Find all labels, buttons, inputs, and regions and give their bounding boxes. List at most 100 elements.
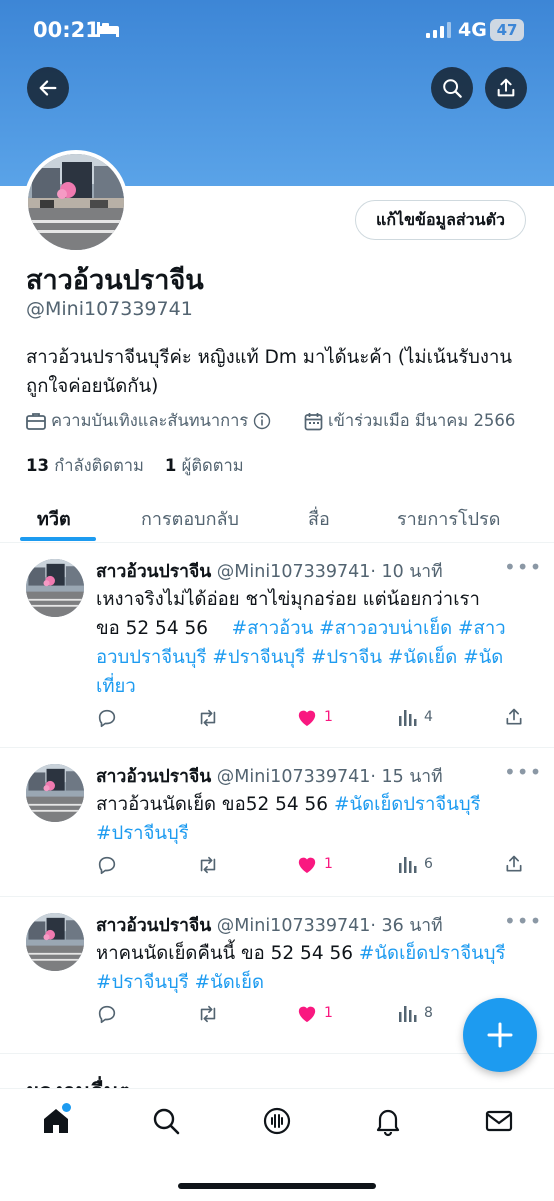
messages-icon xyxy=(485,1110,513,1132)
views-button[interactable]: 8 xyxy=(398,1003,433,1023)
plus-icon xyxy=(487,1022,513,1048)
tweet-author-handle: @Mini107339741 xyxy=(216,767,371,787)
share-button[interactable] xyxy=(485,67,527,109)
tweet-text: หาคนนัดเย็ดคืนนี้ ขอ 52 54 56 #นัดเย็ดปร… xyxy=(96,939,536,997)
tweet-avatar[interactable] xyxy=(26,559,84,617)
tweet-avatar[interactable] xyxy=(26,764,84,822)
tweet-author-name[interactable]: สาวอ้วนปราจีน xyxy=(96,916,211,936)
tweet-time: · 15 นาที xyxy=(370,767,443,787)
like-button[interactable]: 1 xyxy=(296,707,333,727)
tweet-header: สาวอ้วนปราจีน @Mini107339741· 15 นาที xyxy=(96,762,443,790)
retweet-button[interactable] xyxy=(196,707,220,729)
profile-category-label: ความบันเทิงและสันทนาการ xyxy=(51,411,249,430)
info-icon[interactable] xyxy=(253,412,271,430)
more-options-icon[interactable]: ••• xyxy=(504,909,542,933)
tweet-header: สาวอ้วนปราจีน @Mini107339741· 36 นาที xyxy=(96,911,443,939)
more-options-icon[interactable]: ••• xyxy=(504,555,542,579)
nav-notifications[interactable] xyxy=(372,1105,404,1141)
followers-link[interactable]: 1 ผู้ติดตาม xyxy=(165,456,244,475)
signal-icon xyxy=(426,22,452,42)
profile-category: ความบันเทิงและสันทนาการ xyxy=(26,408,271,434)
tab-likes[interactable]: รายการโปรด xyxy=(397,504,500,533)
tweet-text: เหงาจริงไม่ได้อ่อย ชาไข่มุกอร่อย แต่น้อย… xyxy=(96,585,536,701)
like-count: 1 xyxy=(324,856,333,872)
following-label: กำลังติดตาม xyxy=(54,456,144,475)
tweet-text-line: เหงาจริงไม่ได้อ่อย ชาไข่มุกอร่อย แต่น้อย… xyxy=(96,589,480,610)
search-icon xyxy=(153,1108,180,1135)
retweet-icon xyxy=(200,1005,216,1023)
battery-icon: 47 xyxy=(490,19,524,41)
retweet-button[interactable] xyxy=(196,854,220,876)
follow-stats: 13 กำลังติดตาม 1 ผู้ติดตาม xyxy=(26,453,244,479)
nav-messages[interactable] xyxy=(483,1105,515,1141)
tweet-item[interactable]: สาวอ้วนปราจีน @Mini107339741· 10 นาที ••… xyxy=(0,543,554,748)
home-indicator xyxy=(178,1183,376,1189)
reply-button[interactable] xyxy=(96,854,118,876)
status-time: 00:21 xyxy=(33,18,100,42)
back-button[interactable] xyxy=(27,67,69,109)
edit-profile-button[interactable]: แก้ไขข้อมูลส่วนตัว xyxy=(355,200,526,240)
views-icon xyxy=(399,857,417,873)
like-count: 1 xyxy=(324,1005,333,1021)
tweet-header: สาวอ้วนปราจีน @Mini107339741· 10 นาที xyxy=(96,557,443,585)
retweet-button[interactable] xyxy=(196,1003,220,1025)
views-icon xyxy=(399,710,417,726)
heart-icon xyxy=(298,1006,316,1023)
like-button[interactable]: 1 xyxy=(296,1003,333,1023)
tweet-author-name[interactable]: สาวอ้วนปราจีน xyxy=(96,562,211,582)
notification-dot xyxy=(62,1103,71,1112)
tweet-text-plain: สาวอ้วนนัดเย็ด ขอ52 54 56 xyxy=(96,794,329,815)
nav-spaces[interactable] xyxy=(261,1105,293,1141)
tweet-avatar[interactable] xyxy=(26,913,84,971)
retweet-icon xyxy=(200,856,216,874)
tweet-actions: 1 4 xyxy=(96,707,536,733)
tweet-share-button[interactable] xyxy=(504,854,524,874)
tweet-time: · 10 นาที xyxy=(370,562,443,582)
heart-icon xyxy=(298,710,316,727)
search-button[interactable] xyxy=(431,67,473,109)
reply-button[interactable] xyxy=(96,707,118,729)
followers-label: ผู้ติดตาม xyxy=(181,456,244,475)
share-icon xyxy=(506,708,522,725)
profile-joined-label: เข้าร่วมเมือ มีนาคม 2566 xyxy=(328,411,516,430)
tweet-author-handle: @Mini107339741 xyxy=(216,562,371,582)
tab-replies[interactable]: การตอบกลับ xyxy=(141,504,239,533)
search-icon xyxy=(443,79,462,98)
more-options-icon[interactable]: ••• xyxy=(504,760,542,784)
tweet-actions: 1 6 xyxy=(96,854,536,880)
arrow-left-icon xyxy=(39,80,57,96)
calendar-icon xyxy=(304,412,323,430)
like-button[interactable]: 1 xyxy=(296,854,333,874)
tab-tweets[interactable]: ทวีต xyxy=(37,504,71,533)
followers-count: 1 xyxy=(164,456,177,475)
sleep-icon xyxy=(96,20,120,42)
bottom-navigation xyxy=(0,1088,554,1201)
share-icon xyxy=(497,78,515,97)
share-icon xyxy=(506,855,522,872)
nav-search[interactable] xyxy=(150,1105,182,1141)
retweet-icon xyxy=(200,709,216,727)
profile-avatar[interactable] xyxy=(24,150,128,254)
tweet-share-button[interactable] xyxy=(504,707,524,727)
tweet-time: · 36 นาที xyxy=(370,916,443,936)
views-count: 6 xyxy=(424,856,433,872)
tab-media[interactable]: สื่อ xyxy=(308,504,330,533)
tweet-author-name[interactable]: สาวอ้วนปราจีน xyxy=(96,767,211,787)
views-button[interactable]: 6 xyxy=(398,854,433,874)
tweet-item[interactable]: สาวอ้วนปราจีน @Mini107339741· 15 นาที ••… xyxy=(0,748,554,897)
reply-icon xyxy=(98,1005,116,1024)
tweet-text-plain: ขอ 52 54 56 xyxy=(96,618,209,639)
heart-icon xyxy=(298,857,316,874)
tweet-author-handle: @Mini107339741 xyxy=(216,916,371,936)
reply-button[interactable] xyxy=(96,1003,118,1025)
following-link[interactable]: 13 กำลังติดตาม xyxy=(26,456,144,475)
following-count: 13 xyxy=(26,456,49,475)
views-count: 4 xyxy=(424,709,433,725)
profile-bio: สาวอ้วนปราจีนบุรีค่ะ หญิงแท้ Dm มาได้นะค… xyxy=(26,347,512,397)
views-count: 8 xyxy=(424,1005,433,1021)
reply-icon xyxy=(98,709,116,728)
compose-tweet-button[interactable] xyxy=(463,998,537,1072)
like-count: 1 xyxy=(324,709,333,725)
views-button[interactable]: 4 xyxy=(398,707,433,727)
tweet-text-plain: หาคนนัดเย็ดคืนนี้ ขอ 52 54 56 xyxy=(96,943,354,964)
